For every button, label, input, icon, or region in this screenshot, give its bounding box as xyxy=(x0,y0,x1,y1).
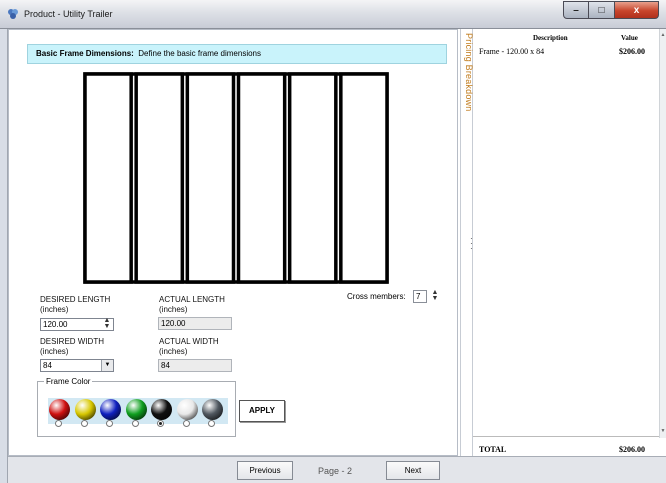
cross-members-input[interactable]: 7 xyxy=(413,290,427,303)
color-swatch-red[interactable] xyxy=(49,399,70,420)
actual-length-label: ACTUAL LENGTH xyxy=(159,295,225,304)
cross-members-label: Cross members: xyxy=(347,292,406,301)
pricing-panel: Description Value Frame - 120.00 x 84 $2… xyxy=(473,29,659,456)
color-swatch-black[interactable] xyxy=(151,399,172,420)
desired-length-label: DESIRED LENGTH xyxy=(40,295,111,304)
actual-width-label: ACTUAL WIDTH xyxy=(159,337,219,346)
section-description: Define the basic frame dimensions xyxy=(138,49,261,58)
frame-bay xyxy=(185,72,236,284)
spinner-down-icon[interactable]: ▼ xyxy=(429,295,441,302)
desired-length-value: 120.00 xyxy=(43,320,68,329)
color-radio-yellow[interactable] xyxy=(80,420,88,427)
desired-width-label: DESIRED WIDTH xyxy=(40,337,104,346)
desired-width-unit: (inches) xyxy=(40,347,69,356)
color-radio-black[interactable] xyxy=(157,420,164,427)
app-icon xyxy=(8,9,18,19)
desired-length-unit: (inches) xyxy=(40,305,69,314)
scroll-up-icon[interactable]: ▲ xyxy=(660,32,666,38)
actual-length-field: 120.00 xyxy=(158,317,232,330)
color-swatch-yellow[interactable] xyxy=(74,399,96,420)
window-title: Product - Utility Trailer xyxy=(24,9,113,19)
frame-bay xyxy=(236,72,287,284)
frame-color-group: Frame Color xyxy=(37,377,236,437)
window-controls: – □ x xyxy=(563,1,659,19)
color-swatch-white[interactable] xyxy=(176,399,198,420)
col-description-header: Description xyxy=(533,34,568,42)
minimize-button[interactable]: – xyxy=(563,1,589,19)
col-value-header: Value xyxy=(621,34,638,42)
close-button[interactable]: x xyxy=(615,1,659,19)
actual-width-unit: (inches) xyxy=(159,347,188,356)
frame-color-label: Frame Color xyxy=(44,377,93,386)
frame-bay xyxy=(287,72,338,284)
color-swatch-blue[interactable] xyxy=(100,399,121,420)
pricing-item-value: $206.00 xyxy=(619,47,645,56)
scroll-down-icon[interactable]: ▼ xyxy=(660,428,666,434)
frame-diagram xyxy=(83,72,389,284)
pricing-item-description: Frame - 120.00 x 84 xyxy=(479,47,545,56)
color-swatch-gray[interactable] xyxy=(202,399,223,420)
frame-bay xyxy=(134,72,185,284)
desired-length-spinner[interactable]: ▲ ▼ xyxy=(101,317,113,331)
left-frame-edge xyxy=(0,29,8,483)
desired-width-value: 84 xyxy=(43,361,52,370)
section-header: Basic Frame Dimensions: Define the basic… xyxy=(27,44,447,64)
maximize-button[interactable]: □ xyxy=(589,1,615,19)
cross-members-value: 7 xyxy=(416,292,421,301)
section-title: Basic Frame Dimensions: xyxy=(36,49,134,58)
color-swatch-green[interactable] xyxy=(125,399,147,420)
total-label: TOTAL xyxy=(479,445,507,454)
chevron-down-icon[interactable]: ▼ xyxy=(101,360,113,371)
previous-button[interactable]: Previous xyxy=(237,461,293,480)
spinner-down-icon[interactable]: ▼ xyxy=(101,323,113,330)
total-divider xyxy=(473,436,659,437)
frame-bay xyxy=(83,72,133,284)
pricing-scrollbar[interactable]: ▲ ▼ xyxy=(659,29,666,438)
actual-length-value: 120.00 xyxy=(161,319,186,328)
color-radio-white[interactable] xyxy=(182,420,190,427)
apply-button[interactable]: APPLY xyxy=(239,400,285,422)
color-radio-gray[interactable] xyxy=(208,420,215,427)
actual-width-value: 84 xyxy=(161,361,170,370)
actual-width-field: 84 xyxy=(158,359,232,372)
color-radio-red[interactable] xyxy=(55,420,62,427)
page-indicator: Page - 2 xyxy=(318,466,353,476)
next-button[interactable]: Next xyxy=(386,461,440,480)
actual-length-unit: (inches) xyxy=(159,305,188,314)
color-radio-blue[interactable] xyxy=(106,420,113,427)
frame-bay xyxy=(339,72,389,284)
window-titlebar: Product - Utility Trailer – □ x xyxy=(0,0,666,29)
cross-members-spinner[interactable]: ▲ ▼ xyxy=(429,289,441,303)
total-value: $206.00 xyxy=(619,445,645,454)
color-radio-green[interactable] xyxy=(131,420,139,427)
